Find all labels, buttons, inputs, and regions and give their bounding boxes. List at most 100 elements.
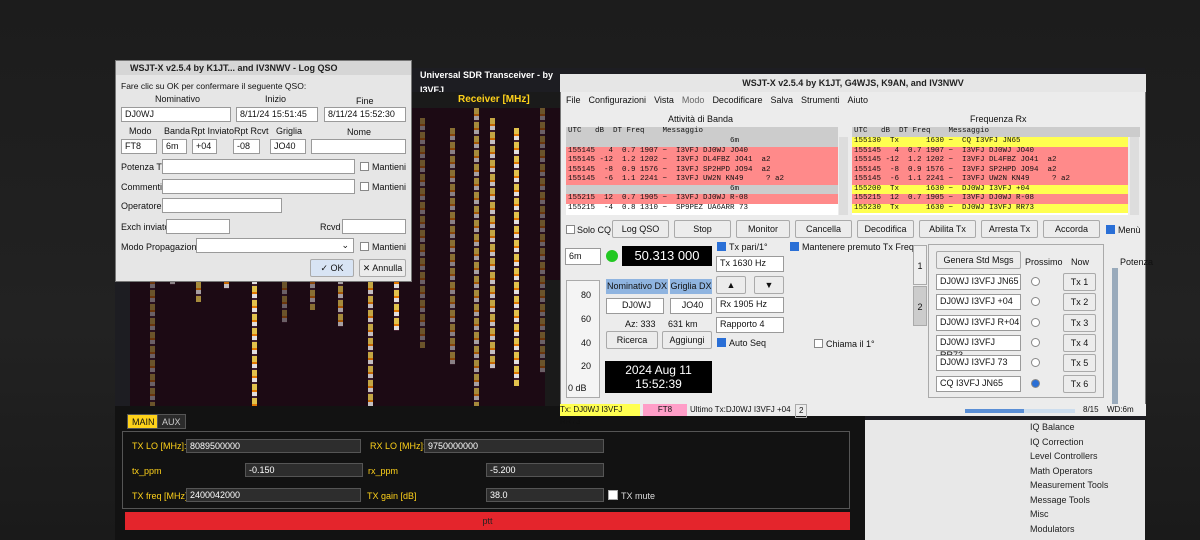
rx-ppm-spinbox[interactable]: -5.200 bbox=[486, 463, 604, 477]
list-item[interactable]: 6m bbox=[566, 184, 838, 194]
rx-lo-field[interactable]: 9750000000 bbox=[424, 439, 604, 453]
tx-ppm-spinbox[interactable]: -0.150 bbox=[245, 463, 363, 477]
list-item[interactable]: 155145 -12 1.2 1202 ~ I3VFJ DL4FBZ JO41 … bbox=[566, 156, 838, 166]
tx-gain-spinbox[interactable]: 38.0 bbox=[486, 488, 604, 502]
cancel-button[interactable]: Cancella bbox=[795, 220, 852, 238]
decode-button[interactable]: Decodifica bbox=[857, 220, 914, 238]
tx-even-checkbox[interactable] bbox=[717, 242, 726, 251]
rx-freq-spinbox[interactable]: Rx 1905 Hz bbox=[716, 297, 784, 313]
halt-tx-button[interactable]: Arresta Tx bbox=[981, 220, 1038, 238]
log-cancel-button[interactable]: ✕ Annulla bbox=[359, 259, 406, 277]
tx-3-now-button[interactable]: Tx 3 bbox=[1063, 313, 1096, 332]
tree-item[interactable]: Modulators bbox=[865, 522, 1145, 537]
tx-freq-spinbox[interactable]: Tx 1630 Hz bbox=[716, 256, 784, 272]
log-start-input[interactable]: 8/11/24 15:51:45 bbox=[236, 107, 318, 122]
keep-prop-checkbox[interactable] bbox=[360, 242, 369, 251]
band-activity-list[interactable]: 6m 155145 4 0.7 1907 ~ I3VFJ DJ0WJ JO40 15… bbox=[566, 137, 838, 215]
monitor-button[interactable]: Monitor bbox=[736, 220, 790, 238]
log-power-input[interactable] bbox=[162, 159, 355, 174]
menu-save[interactable]: Salva bbox=[770, 95, 793, 107]
solo-cq-checkbox[interactable] bbox=[566, 225, 575, 234]
tune-button[interactable]: Accorda bbox=[1043, 220, 1100, 238]
power-slider[interactable] bbox=[1112, 268, 1118, 408]
menu-checkbox[interactable] bbox=[1106, 225, 1115, 234]
tree-item[interactable]: Misc bbox=[865, 507, 1145, 522]
log-qso-button[interactable]: Log QSO bbox=[612, 220, 669, 238]
tab-1[interactable]: 1 bbox=[913, 245, 927, 285]
log-rpt-sent-input[interactable]: +04 bbox=[192, 139, 217, 154]
enable-tx-button[interactable]: Abilita Tx bbox=[919, 220, 976, 238]
menu-configurations[interactable]: Configurazioni bbox=[589, 95, 647, 107]
log-call-input[interactable]: DJ0WJ bbox=[121, 107, 231, 122]
tx-message-2-input[interactable]: DJ0WJ I3VFJ +04 bbox=[936, 294, 1021, 311]
tx-6-now-button[interactable]: Tx 6 bbox=[1063, 374, 1096, 393]
list-item[interactable]: 155145 4 0.7 1907 ~ I3VFJ DJ0WJ JO40 bbox=[852, 146, 1128, 156]
log-exch-sent-input[interactable] bbox=[166, 219, 230, 234]
dx-call-input[interactable]: DJ0WJ bbox=[606, 298, 664, 314]
log-ok-button[interactable]: ✓ OK bbox=[310, 259, 354, 277]
keep-power-checkbox[interactable] bbox=[360, 162, 369, 171]
log-grid-input[interactable]: JO40 bbox=[270, 139, 306, 154]
list-item[interactable]: 155145 -8 0.9 1576 ~ I3VFJ SP2HPD JO94 a… bbox=[852, 165, 1128, 175]
tx-message-6-input[interactable]: CQ I3VFJ JN65 bbox=[936, 375, 1021, 392]
dx-grid-input[interactable]: JO40 bbox=[670, 298, 712, 314]
tab-main[interactable]: MAIN bbox=[127, 414, 160, 429]
tx-freq-field[interactable]: 2400042000 bbox=[186, 488, 361, 502]
list-item[interactable]: 155130 Tx 1630 ~ CQ I3VFJ JN65 bbox=[852, 137, 1128, 147]
list-item[interactable]: 155215 12 0.7 1905 ~ I3VFJ DJ0WJ R-08 bbox=[566, 194, 838, 204]
rx-frequency-scrollbar[interactable] bbox=[1130, 137, 1139, 215]
band-activity-scrollbar[interactable] bbox=[839, 137, 848, 215]
tree-item[interactable]: Measurement Tools bbox=[865, 478, 1145, 493]
menu-decode[interactable]: Decodificare bbox=[712, 95, 762, 107]
log-operator-input[interactable] bbox=[162, 198, 282, 213]
tx-6-next-radio[interactable] bbox=[1031, 378, 1040, 388]
lookup-button[interactable]: Ricerca bbox=[606, 331, 658, 349]
tx-1-next-radio[interactable] bbox=[1031, 277, 1040, 286]
list-item[interactable]: 155215 -4 0.8 1310 ~ SP9PEZ UA6ARR 73 bbox=[566, 204, 838, 214]
tab-aux[interactable]: AUX bbox=[157, 414, 186, 429]
rx-frequency-list[interactable]: 155130 Tx 1630 ~ CQ I3VFJ JN65 155145 4 0… bbox=[852, 137, 1128, 215]
list-item[interactable]: 155215 12 0.7 1905 ~ I3VFJ DJ0WJ R-08 bbox=[852, 194, 1128, 204]
log-prop-select[interactable]: ⌄ bbox=[196, 238, 354, 253]
hold-tx-freq-checkbox[interactable] bbox=[790, 242, 799, 251]
menu-file[interactable]: File bbox=[566, 95, 581, 107]
ptt-button[interactable]: ptt bbox=[125, 512, 850, 530]
tx-1-now-button[interactable]: Tx 1 bbox=[1063, 273, 1096, 291]
tx-4-next-radio[interactable] bbox=[1031, 337, 1040, 347]
log-mode-input[interactable]: FT8 bbox=[121, 139, 157, 154]
menu-tools[interactable]: Strumenti bbox=[801, 95, 840, 107]
list-item[interactable]: 155145 -8 0.9 1576 ~ I3VFJ SP2HPD JO94 a… bbox=[566, 165, 838, 175]
up-arrow-button[interactable]: ▲ bbox=[716, 276, 746, 294]
list-item[interactable]: 155145 -12 1.2 1202 ~ I3VFJ DL4FBZ JO41 … bbox=[852, 156, 1128, 166]
tx-message-3-input[interactable]: DJ0WJ I3VFJ R+04 bbox=[936, 314, 1021, 331]
tree-item[interactable]: IQ Correction bbox=[865, 435, 1145, 450]
auto-seq-checkbox[interactable] bbox=[717, 338, 726, 347]
tree-item[interactable]: IQ Balance bbox=[865, 420, 1145, 435]
tx-message-4-input[interactable]: DJ0WJ I3VFJ RR73 bbox=[936, 334, 1021, 360]
tx-4-now-button[interactable]: Tx 4 bbox=[1063, 333, 1096, 352]
list-item[interactable]: 155145 -6 1.1 2241 ~ I3VFJ UW2N KN49 ? a… bbox=[566, 175, 838, 185]
log-rcvd-input[interactable] bbox=[342, 219, 406, 234]
log-end-input[interactable]: 8/11/24 15:52:30 bbox=[324, 107, 406, 122]
list-item[interactable]: 155145 4 0.7 1907 ~ I3VFJ DJ0WJ JO40 bbox=[566, 146, 838, 156]
tx-2-now-button[interactable]: Tx 2 bbox=[1063, 293, 1096, 312]
tx-message-1-input[interactable]: DJ0WJ I3VFJ JN65 bbox=[936, 274, 1021, 290]
list-item[interactable]: 155145 -6 1.1 2241 ~ I3VFJ UW2N KN49 ? a… bbox=[852, 175, 1128, 185]
menu-view[interactable]: Vista bbox=[654, 95, 674, 107]
tx-message-5-input[interactable]: DJ0WJ I3VFJ 73 bbox=[936, 355, 1021, 372]
stop-button[interactable]: Stop bbox=[674, 220, 731, 238]
down-arrow-button[interactable]: ▼ bbox=[754, 276, 784, 294]
add-button[interactable]: Aggiungi bbox=[662, 331, 712, 349]
band-select[interactable]: 6m bbox=[565, 248, 601, 265]
ratio-spinbox[interactable]: Rapporto 4 bbox=[716, 317, 784, 333]
list-item[interactable]: 155230 Tx 1630 ~ DJ0WJ I3VFJ RR73 bbox=[852, 203, 1128, 213]
log-comments-input[interactable] bbox=[162, 179, 355, 194]
tree-item[interactable]: Message Tools bbox=[865, 493, 1145, 508]
tx-mute-checkbox[interactable] bbox=[608, 490, 618, 500]
menu-mode[interactable]: Modo bbox=[682, 95, 705, 107]
tree-item[interactable]: Level Controllers bbox=[865, 449, 1145, 464]
call-first-checkbox[interactable] bbox=[814, 339, 823, 348]
list-item[interactable]: 155200 Tx 1630 ~ DJ0WJ I3VFJ +04 bbox=[852, 184, 1128, 194]
log-rpt-rcvd-input[interactable]: -08 bbox=[233, 139, 260, 154]
tx-5-now-button[interactable]: Tx 5 bbox=[1063, 354, 1096, 373]
